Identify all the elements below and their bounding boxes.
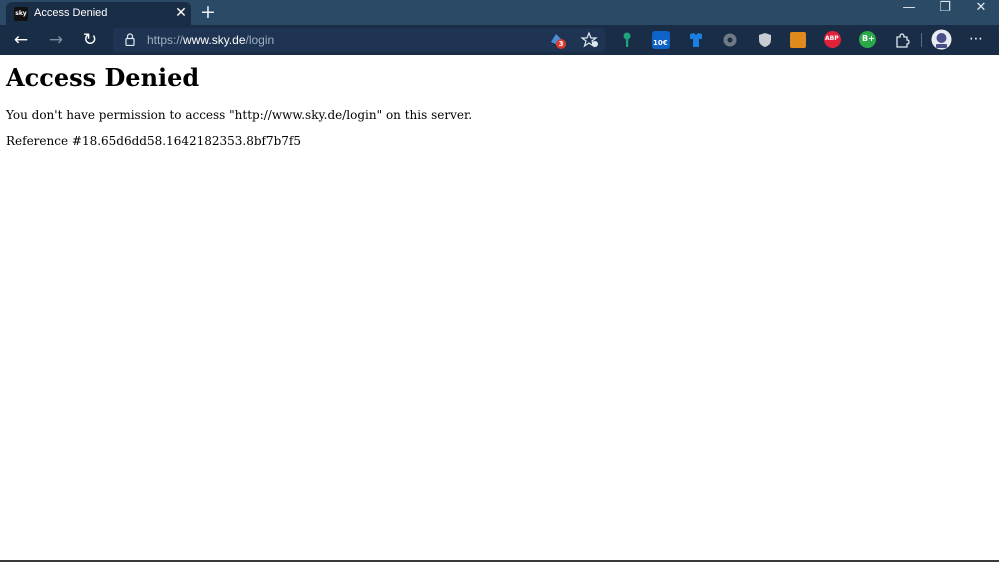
- price-extension-icon[interactable]: 10€: [652, 31, 670, 49]
- shield-extension-icon[interactable]: [756, 31, 774, 49]
- title-bar: sky Access Denied ✕ + — ❐ ✕: [0, 0, 999, 25]
- new-tab-icon[interactable]: +: [199, 2, 217, 22]
- dark-circle-extension-icon[interactable]: [721, 31, 739, 49]
- url-text[interactable]: https://www.sky.de/login: [147, 32, 274, 48]
- abp-label: ABP: [825, 35, 839, 42]
- cloud-extension-icon[interactable]: 3: [547, 30, 567, 50]
- page-title: Access Denied: [6, 63, 200, 92]
- browser-tab[interactable]: sky Access Denied ✕: [6, 2, 191, 25]
- favorites-star-icon[interactable]: [580, 30, 600, 50]
- b-plus-label: B+: [862, 34, 875, 43]
- tab-close-icon[interactable]: ✕: [174, 5, 188, 21]
- address-bar[interactable]: https://www.sky.de/login 3: [113, 28, 605, 52]
- restore-icon[interactable]: ❐: [927, 0, 963, 25]
- browser-toolbar: ← → ↻ https://www.sky.de/login 3 10€ ABP…: [0, 25, 999, 55]
- minimize-icon[interactable]: —: [891, 0, 927, 25]
- sky-favicon-icon: sky: [14, 7, 28, 21]
- profile-avatar[interactable]: [931, 29, 952, 50]
- toolbar-divider: [921, 33, 922, 47]
- error-message: You don't have permission to access "htt…: [6, 108, 473, 122]
- window-close-icon[interactable]: ✕: [963, 0, 999, 25]
- key-extension-icon[interactable]: [618, 31, 636, 49]
- back-arrow-icon[interactable]: ←: [10, 30, 32, 50]
- cloud-badge: 3: [556, 39, 566, 49]
- price-extension-label: 10€: [653, 39, 668, 47]
- reload-icon[interactable]: ↻: [79, 30, 101, 50]
- forward-arrow-icon[interactable]: →: [45, 30, 67, 50]
- url-host: www.sky.de: [183, 33, 246, 47]
- reference-id: Reference #18.65d6dd58.1642182353.8bf7b7…: [6, 134, 302, 148]
- abp-extension-icon[interactable]: ABP: [824, 31, 841, 48]
- shirt-extension-icon[interactable]: [687, 31, 705, 49]
- url-scheme: https://: [147, 33, 184, 47]
- lock-icon[interactable]: [125, 33, 135, 46]
- more-menu-icon[interactable]: ⋯: [969, 31, 987, 49]
- puzzle-extensions-icon[interactable]: [893, 31, 911, 49]
- b-plus-extension-icon[interactable]: B+: [859, 31, 876, 48]
- orange-extension-icon[interactable]: [790, 32, 806, 48]
- url-path: /login: [245, 33, 275, 47]
- tab-title: Access Denied: [34, 7, 108, 19]
